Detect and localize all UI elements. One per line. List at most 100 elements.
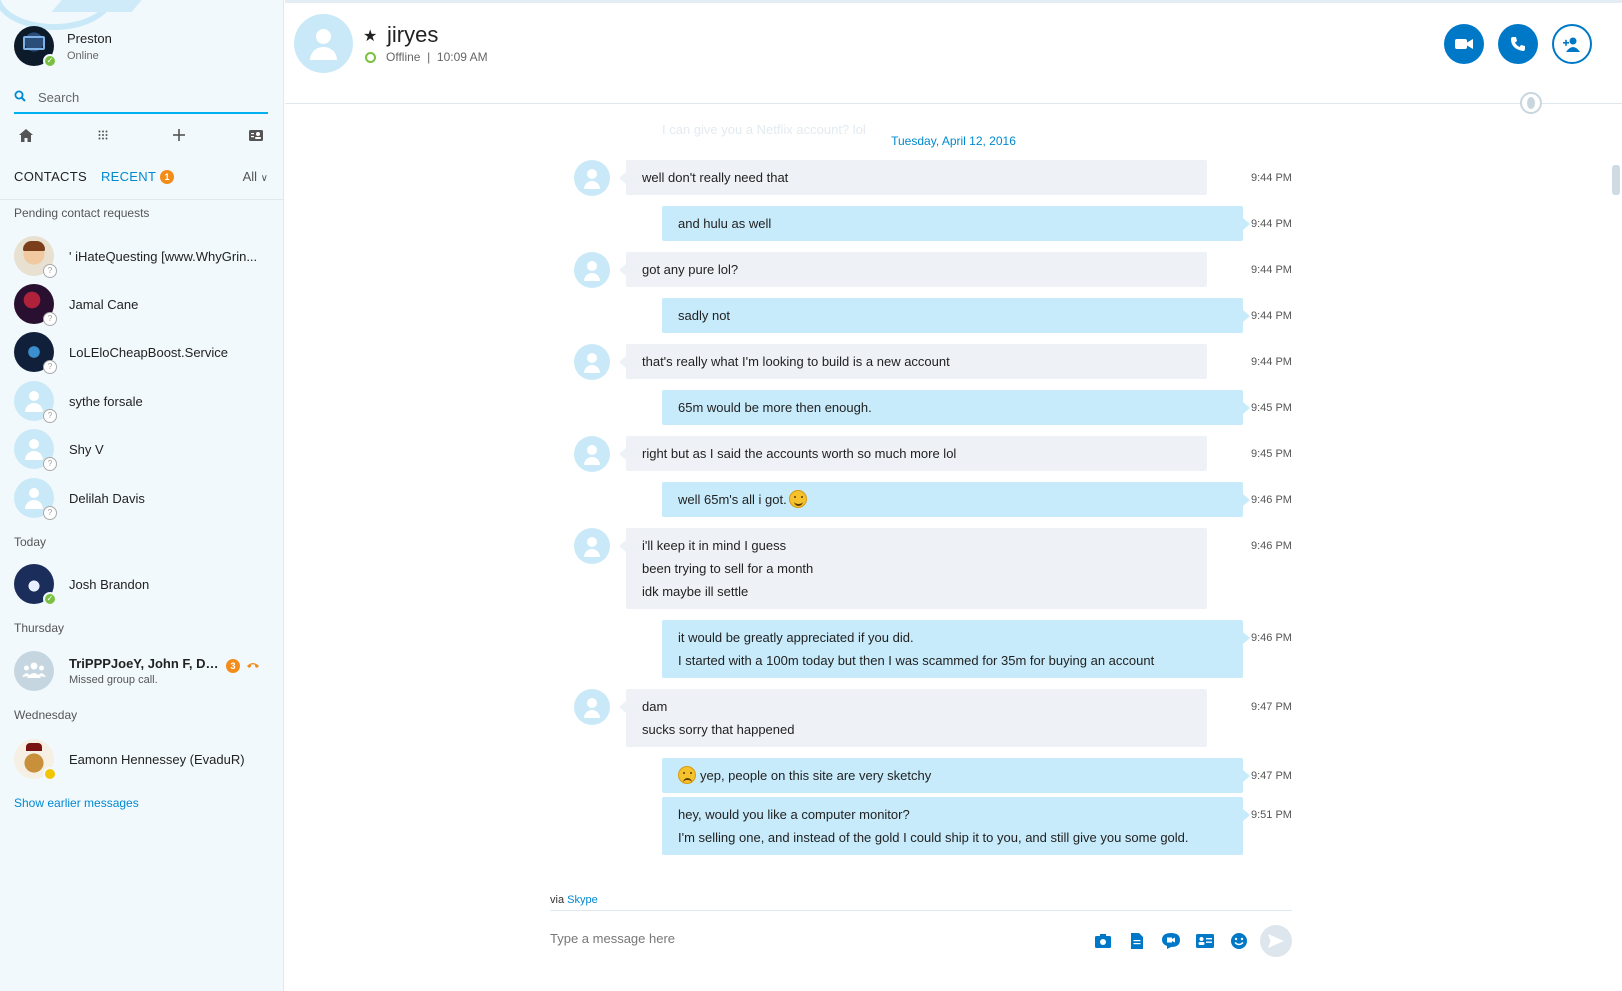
missed-call-icon xyxy=(246,658,260,673)
skype-link[interactable]: Skype xyxy=(567,894,598,906)
message-line: dam xyxy=(642,695,1191,718)
avatar: ? xyxy=(14,284,57,326)
favorite-star-icon[interactable]: ★ xyxy=(363,26,377,46)
message-line: well 65m's all i got. xyxy=(678,488,1227,511)
avatar: ✓ xyxy=(14,564,57,606)
message-line: sadly not xyxy=(678,304,1227,327)
message-text: well don't really need that xyxy=(642,170,789,185)
outgoing-message[interactable]: 65m would be more then enough. xyxy=(662,390,1250,425)
contact-name: LoLEloCheapBoost.Service xyxy=(69,344,228,360)
message-text: yep, people on this site are very sketch… xyxy=(700,768,932,783)
pending-status-icon: ? xyxy=(43,264,57,278)
search-box[interactable] xyxy=(14,82,268,114)
outgoing-message[interactable]: it would be greatly appreciated if you d… xyxy=(662,620,1250,678)
contact-item[interactable]: ? LoLEloCheapBoost.Service xyxy=(14,330,272,374)
tab-recent[interactable]: RECENT 1 xyxy=(101,169,175,184)
sender-avatar[interactable] xyxy=(574,252,610,288)
message-text: and hulu as well xyxy=(678,216,772,231)
conversation-pane: ★ jiryes Offline | 10:09 AM I can give y… xyxy=(285,0,1622,991)
globe-icon[interactable] xyxy=(1520,92,1542,114)
send-contacts-icon[interactable] xyxy=(1194,930,1216,952)
incoming-message[interactable]: that's really what I'm looking to build … xyxy=(619,344,1207,379)
contact-item[interactable]: ? Jamal Cane xyxy=(14,282,272,326)
group-icon xyxy=(22,662,46,678)
emoticon-icon[interactable] xyxy=(1228,930,1250,952)
add-people-button[interactable] xyxy=(1552,24,1592,64)
audio-call-button[interactable] xyxy=(1498,24,1538,64)
outgoing-message[interactable]: yep, people on this site are very sketch… xyxy=(662,758,1250,793)
incoming-message[interactable]: i'll keep it in mind I guess been trying … xyxy=(619,528,1207,609)
contact-name: Shy V xyxy=(69,441,104,457)
message-text: sucks sorry that happened xyxy=(642,722,795,737)
phone-book-icon[interactable] xyxy=(244,124,268,146)
outgoing-message[interactable]: hey, would you like a computer monitor? I… xyxy=(662,797,1250,855)
outgoing-message[interactable]: sadly not xyxy=(662,298,1250,333)
sender-avatar[interactable] xyxy=(574,344,610,380)
message-line: i'll keep it in mind I guess xyxy=(642,534,1191,557)
show-earlier-messages-link[interactable]: Show earlier messages xyxy=(14,796,139,810)
contact-item[interactable]: ✓ Josh Brandon xyxy=(14,562,272,606)
sender-avatar[interactable] xyxy=(574,528,610,564)
home-icon[interactable] xyxy=(14,124,38,146)
video-message-icon[interactable] xyxy=(1160,930,1182,952)
contact-item[interactable]: ? sythe forsale xyxy=(14,379,272,423)
incoming-message[interactable]: dam sucks sorry that happened xyxy=(619,689,1207,747)
conversation-name[interactable]: jiryes xyxy=(387,22,438,48)
section-wednesday: Wednesday xyxy=(14,708,78,722)
tab-contacts[interactable]: CONTACTS xyxy=(14,169,87,184)
group-subtitle: Missed group call. xyxy=(69,674,158,686)
message-text: 65m would be more then enough. xyxy=(678,400,872,415)
contact-item[interactable]: ? Shy V xyxy=(14,427,272,471)
message-line: been trying to sell for a month xyxy=(642,557,1191,580)
smile-emoticon-icon xyxy=(788,490,807,508)
section-today: Today xyxy=(14,535,47,549)
filter-dropdown[interactable]: All ∨ xyxy=(243,169,268,184)
self-status[interactable]: Online xyxy=(67,50,112,62)
message-line: right but as I said the accounts worth s… xyxy=(642,442,1191,465)
search-input[interactable] xyxy=(38,89,258,105)
dialpad-icon[interactable] xyxy=(91,124,115,146)
contact-name: ' iHateQuesting [www.WhyGrin... xyxy=(69,248,258,264)
outgoing-message[interactable]: and hulu as well xyxy=(662,206,1250,241)
message-text: I started with a 100m today but then I w… xyxy=(678,653,1155,668)
self-avatar[interactable]: ✓ xyxy=(14,26,57,68)
incoming-message[interactable]: right but as I said the accounts worth s… xyxy=(619,436,1207,471)
message-input[interactable] xyxy=(550,927,1070,949)
online-status-icon: ✓ xyxy=(43,592,57,606)
message-line: that's really what I'm looking to build … xyxy=(642,350,1191,373)
video-call-button[interactable] xyxy=(1444,24,1484,64)
send-file-icon[interactable] xyxy=(1126,930,1148,952)
send-photo-icon[interactable] xyxy=(1092,930,1114,952)
message-timestamp: 9:51 PM xyxy=(1251,809,1292,821)
sender-avatar[interactable] xyxy=(574,436,610,472)
contact-name: Josh Brandon xyxy=(69,576,150,592)
contact-item[interactable]: ? ' iHateQuesting [www.WhyGrin... xyxy=(14,234,272,278)
contact-item[interactable]: ? Delilah Davis xyxy=(14,476,272,520)
contact-item[interactable]: Eamonn Hennessey (EvaduR) xyxy=(14,737,272,781)
away-status-icon xyxy=(43,767,57,781)
group-name: TriPPPJoeY, John F, De... xyxy=(69,656,219,671)
message-text: dam xyxy=(642,699,668,714)
incoming-message[interactable]: got any pure lol? xyxy=(619,252,1207,287)
group-conversation-item[interactable]: TriPPPJoeY, John F, De... Missed group c… xyxy=(14,649,272,693)
conversation-avatar[interactable] xyxy=(294,14,353,73)
send-button[interactable] xyxy=(1260,925,1292,957)
plus-icon[interactable] xyxy=(167,124,191,146)
pending-status-icon: ? xyxy=(43,457,57,471)
section-thursday: Thursday xyxy=(14,621,65,635)
incoming-message[interactable]: well don't really need that xyxy=(619,160,1207,195)
message-line: and hulu as well xyxy=(678,212,1227,235)
message-line: got any pure lol? xyxy=(642,258,1191,281)
message-timestamp: 9:47 PM xyxy=(1251,770,1292,782)
avatar: ? xyxy=(14,478,57,520)
sender-avatar[interactable] xyxy=(574,689,610,725)
header-actions xyxy=(1430,24,1592,64)
conversation-status: Offline | 10:09 AM xyxy=(365,50,488,64)
message-line: hey, would you like a computer monitor? xyxy=(678,803,1227,826)
scrollbar-thumb[interactable] xyxy=(1612,165,1620,195)
self-profile[interactable]: ✓ Preston Online xyxy=(14,26,112,68)
sender-avatar[interactable] xyxy=(574,160,610,196)
message-timestamp: 9:44 PM xyxy=(1251,218,1292,230)
message-text: that's really what I'm looking to build … xyxy=(642,354,950,369)
outgoing-message[interactable]: well 65m's all i got. xyxy=(662,482,1250,517)
